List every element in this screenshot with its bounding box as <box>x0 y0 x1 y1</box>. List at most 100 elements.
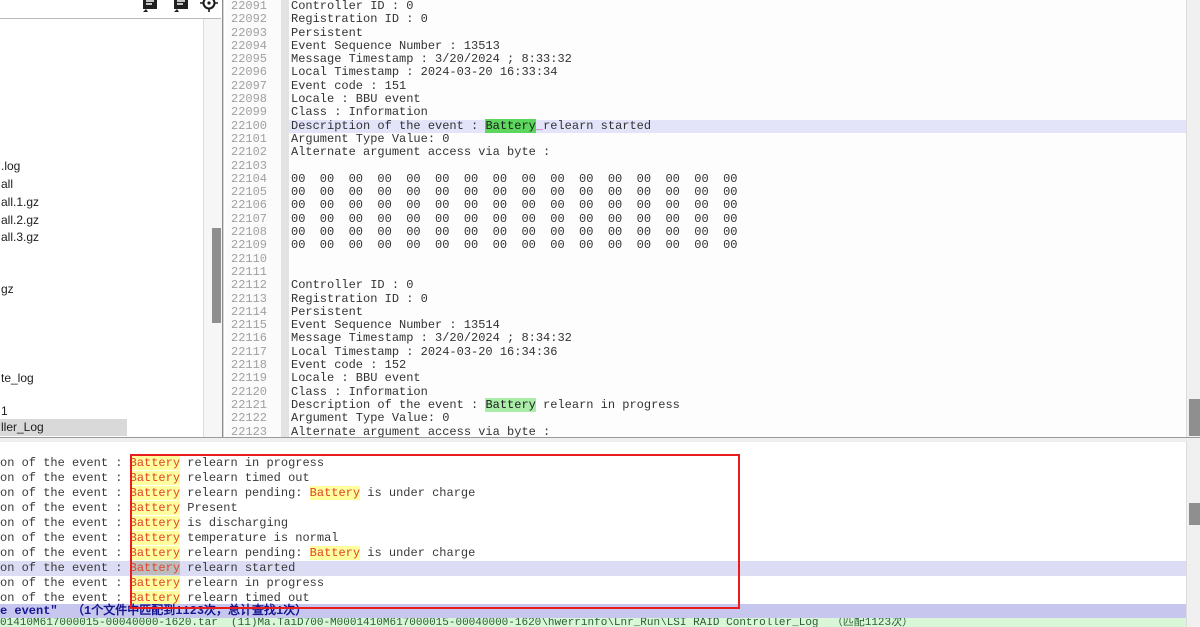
log-line[interactable]: 22100Description of the event : Battery_… <box>226 120 1186 133</box>
sidebar-item-file[interactable]: all.2.gz <box>0 212 39 229</box>
export-log-icon[interactable] <box>140 0 160 12</box>
line-text: Alternate argument access via byte : <box>289 426 1186 438</box>
fold-margin <box>281 386 289 399</box>
line-text: Persistent <box>289 306 1186 319</box>
line-number: 22116 <box>226 332 281 345</box>
results-scrollbar[interactable] <box>1186 441 1200 627</box>
fold-margin <box>281 93 289 106</box>
log-line[interactable]: 22098Locale : BBU event <box>226 93 1186 106</box>
line-text: Event code : 152 <box>289 359 1186 372</box>
log-line[interactable]: 22115Event Sequence Number : 13514 <box>226 319 1186 332</box>
log-line[interactable]: 22092Registration ID : 0 <box>226 13 1186 26</box>
sidebar-toolbar <box>0 0 221 19</box>
log-line[interactable]: 22110 <box>226 253 1186 266</box>
log-line[interactable]: 22111 <box>226 266 1186 279</box>
log-viewer-window: .logallall.1.gzall.2.gzall.3.gz gz te_log 1… <box>0 0 1200 627</box>
log-line[interactable]: 22117Local Timestamp : 2024-03-20 16:34:… <box>226 346 1186 359</box>
editor-scrollbar-thumb[interactable] <box>1189 399 1200 436</box>
log-line[interactable]: 22122Argument Type Value: 0 <box>226 412 1186 425</box>
log-line[interactable]: 22116Message Timestamp : 3/20/2024 ; 8:3… <box>226 332 1186 345</box>
result-row[interactable]: on of the event : Battery temperature is… <box>0 531 338 546</box>
log-line[interactable]: 2210600 00 00 00 00 00 00 00 00 00 00 00… <box>226 199 1186 212</box>
log-line[interactable]: 22112Controller ID : 0 <box>226 279 1186 292</box>
log-line[interactable]: 2210700 00 00 00 00 00 00 00 00 00 00 00… <box>226 213 1186 226</box>
line-number: 22098 <box>226 93 281 106</box>
log-line[interactable]: 22102Alternate argument access via byte … <box>226 146 1186 159</box>
file-tree: .logallall.1.gzall.2.gzall.3.gz gz te_log 1… <box>0 19 202 437</box>
line-text: 00 00 00 00 00 00 00 00 00 00 00 00 00 0… <box>289 226 1186 239</box>
result-row[interactable]: on of the event : Battery relearn in pro… <box>0 456 324 471</box>
line-text <box>289 253 1186 266</box>
sidebar-item-file[interactable]: gz <box>0 281 14 298</box>
sidebar-item-file[interactable]: all.1.gz <box>0 194 39 211</box>
log-line[interactable]: 22123 Alternate argument access via byte … <box>226 426 1186 438</box>
export-log-icon[interactable] <box>171 0 191 12</box>
fold-margin <box>281 306 289 319</box>
line-number: 22110 <box>226 253 281 266</box>
log-line[interactable]: 22120Class : Information <box>226 386 1186 399</box>
editor-scrollbar[interactable] <box>1186 0 1200 437</box>
result-row[interactable]: on of the event : Battery relearn pendin… <box>0 546 475 561</box>
search-file-path-row[interactable]: 01410M617000015-00040000-1620.tar (11)Ma… <box>0 618 1186 627</box>
fold-margin <box>281 80 289 93</box>
fold-margin <box>281 40 289 53</box>
sidebar-item-file[interactable]: all <box>0 176 13 193</box>
result-row[interactable]: on of the event : Battery relearn pendin… <box>0 486 475 501</box>
sidebar-item-file[interactable]: te_log <box>0 370 34 387</box>
log-line[interactable]: 22094Event Sequence Number : 13513 <box>226 40 1186 53</box>
line-text: Argument Type Value: 0 <box>289 133 1186 146</box>
result-row[interactable]: on of the event : Battery relearn starte… <box>0 561 1186 576</box>
result-row[interactable]: on of the event : Battery relearn timed … <box>0 471 310 486</box>
sidebar-item-file[interactable]: .log <box>0 158 20 175</box>
log-line[interactable]: 22096Local Timestamp : 2024-03-20 16:33:… <box>226 66 1186 79</box>
result-row[interactable]: on of the event : Battery Present <box>0 501 238 516</box>
line-text <box>289 160 1186 173</box>
line-number: 22097 <box>226 80 281 93</box>
line-number: 22103 <box>226 160 281 173</box>
fold-margin <box>281 213 289 226</box>
line-number: 22091 <box>226 0 281 13</box>
result-row[interactable]: on of the event : Battery is discharging <box>0 516 288 531</box>
search-summary-row[interactable]: e event" （1个文件中匹配到1123次，总计查找1次） <box>0 604 1186 618</box>
line-text: Message Timestamp : 3/20/2024 ; 8:33:32 <box>289 53 1186 66</box>
line-text: Controller ID : 0 <box>289 279 1186 292</box>
line-number: 22096 <box>226 66 281 79</box>
line-text: Class : Information <box>289 106 1186 119</box>
log-line[interactable]: 22097Event code : 151 <box>226 80 1186 93</box>
log-line[interactable]: 2210400 00 00 00 00 00 00 00 00 00 00 00… <box>226 173 1186 186</box>
log-line[interactable]: 22099Class : Information <box>226 106 1186 119</box>
file-tree-scrollbar-thumb[interactable] <box>212 228 221 323</box>
log-line[interactable]: 2210500 00 00 00 00 00 00 00 00 00 00 00… <box>226 186 1186 199</box>
target-icon[interactable] <box>200 0 218 12</box>
fold-margin <box>281 412 289 425</box>
sidebar-item-file[interactable]: all.3.gz <box>0 229 39 246</box>
line-number: 22121 <box>226 399 281 412</box>
line-number: 22123 <box>226 426 281 438</box>
log-line[interactable]: 22121Description of the event : Battery … <box>226 399 1186 412</box>
log-editor[interactable]: 22091Controller ID : 022092Registration … <box>226 0 1186 437</box>
sidebar-item-file[interactable]: ller_Log <box>0 419 127 436</box>
sidebar-item-file[interactable]: 1 <box>0 403 8 420</box>
log-line[interactable]: 22095Message Timestamp : 3/20/2024 ; 8:3… <box>226 53 1186 66</box>
result-row[interactable]: on of the event : Battery relearn in pro… <box>0 576 324 591</box>
fold-margin <box>281 160 289 173</box>
log-line[interactable]: 22113Registration ID : 0 <box>226 293 1186 306</box>
log-line[interactable]: 22091Controller ID : 0 <box>226 0 1186 13</box>
line-number: 22109 <box>226 239 281 252</box>
log-line[interactable]: 22103 <box>226 160 1186 173</box>
file-tree-scrollbar[interactable] <box>203 19 222 437</box>
line-number: 22093 <box>226 27 281 40</box>
fold-margin <box>281 359 289 372</box>
fold-margin <box>281 27 289 40</box>
line-text: 00 00 00 00 00 00 00 00 00 00 00 00 00 0… <box>289 239 1186 252</box>
log-line[interactable]: 22109 00 00 00 00 00 00 00 00 00 00 00 00… <box>226 239 1186 252</box>
results-scrollbar-thumb[interactable] <box>1189 503 1200 525</box>
log-line[interactable]: 22119Locale : BBU event <box>226 372 1186 385</box>
log-line[interactable]: 22101Argument Type Value: 0 <box>226 133 1186 146</box>
log-line[interactable]: 22093Persistent <box>226 27 1186 40</box>
log-line[interactable]: 2210800 00 00 00 00 00 00 00 00 00 00 00… <box>226 226 1186 239</box>
log-line[interactable]: 22114Persistent <box>226 306 1186 319</box>
log-line[interactable]: 22118Event code : 152 <box>226 359 1186 372</box>
fold-margin <box>281 66 289 79</box>
fold-margin <box>281 146 289 159</box>
